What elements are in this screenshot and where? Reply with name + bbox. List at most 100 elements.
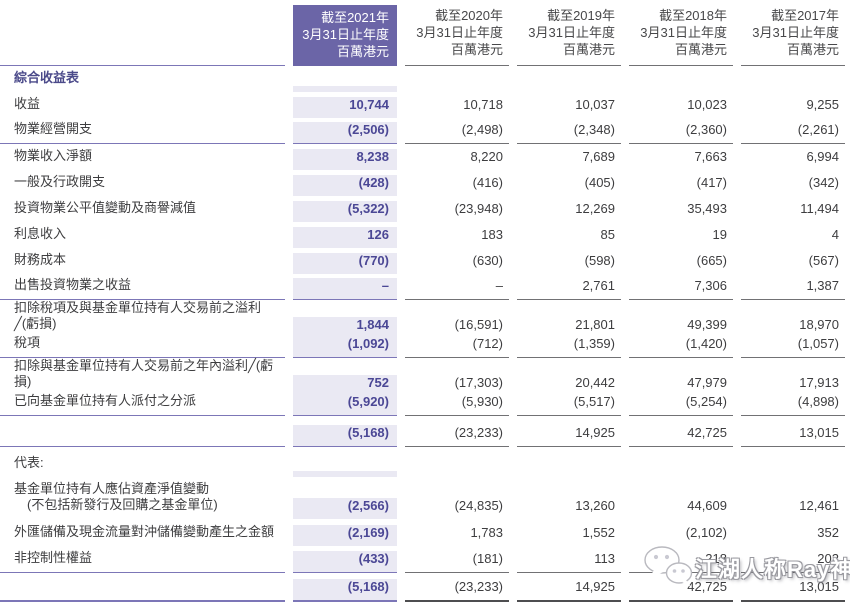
cell-2021: 752 bbox=[293, 375, 397, 396]
column-header-2021: 截至2021年3月31日止年度百萬港元 bbox=[293, 5, 397, 66]
column-header-2020: 截至2020年3月31日止年度百萬港元 bbox=[405, 5, 509, 66]
cell-2020: (630) bbox=[405, 253, 509, 274]
cell-2021: (2,169) bbox=[293, 525, 397, 546]
cell-2019: (598) bbox=[517, 253, 621, 274]
cell-2021: 126 bbox=[293, 227, 397, 248]
cell-2020: (23,948) bbox=[405, 201, 509, 222]
cell-2018: (5,254) bbox=[629, 394, 733, 416]
cell-2019: 12,269 bbox=[517, 201, 621, 222]
cell-2017: 6,994 bbox=[741, 149, 845, 170]
cell-2019 bbox=[517, 471, 621, 477]
row-label: 稅項 bbox=[0, 335, 285, 358]
cell-2021: (5,322) bbox=[293, 201, 397, 222]
cell-2021: 10,744 bbox=[293, 97, 397, 118]
cell-2018: (1,420) bbox=[629, 336, 733, 358]
cell-2019 bbox=[517, 86, 621, 92]
row-label: 基金單位持有人應佔資產淨值變動(不包括新發行及回購之基金單位) bbox=[0, 481, 285, 519]
cell-2019: (5,517) bbox=[517, 394, 621, 416]
cell-2018: 19 bbox=[629, 227, 733, 248]
table-row: 物業經營開支(2,506)(2,498)(2,348)(2,360)(2,261… bbox=[0, 118, 850, 144]
cell-2020: 10,718 bbox=[405, 97, 509, 118]
row-label: 一般及行政開支 bbox=[0, 174, 285, 196]
row-label: 財務成本 bbox=[0, 252, 285, 274]
cell-2019: (405) bbox=[517, 175, 621, 196]
financial-statement-page: 截至2021年3月31日止年度百萬港元截至2020年3月31日止年度百萬港元截至… bbox=[0, 0, 850, 608]
cell-2021: (2,506) bbox=[293, 122, 397, 144]
table-row: 投資物業公平值變動及商譽減值(5,322)(23,948)12,26935,49… bbox=[0, 196, 850, 222]
table-row: 利息收入12618385194 bbox=[0, 222, 850, 248]
cell-2019: 14,925 bbox=[517, 579, 621, 602]
header-label-spacer bbox=[0, 5, 285, 66]
cell-2021: 1,844 bbox=[293, 317, 397, 338]
cell-2021: (5,168) bbox=[293, 579, 397, 602]
row-label: 已向基金單位持有人派付之分派 bbox=[0, 393, 285, 416]
cell-2020: (16,591) bbox=[405, 317, 509, 338]
row-label: 扣除與基金單位持有人交易前之年內溢利╱(虧損) bbox=[0, 358, 285, 396]
row-label: 投資物業公平值變動及商譽減值 bbox=[0, 200, 285, 222]
cell-2021: – bbox=[293, 278, 397, 300]
table-row: 綜合收益表 bbox=[0, 66, 850, 92]
cell-2019: 13,260 bbox=[517, 498, 621, 519]
cell-2021: (433) bbox=[293, 551, 397, 573]
cell-2018: (417) bbox=[629, 175, 733, 196]
cell-2020: 8,220 bbox=[405, 149, 509, 170]
row-label: 利息收入 bbox=[0, 226, 285, 248]
cell-2018: (665) bbox=[629, 253, 733, 274]
cell-2017: (1,057) bbox=[741, 336, 845, 358]
table-row: 扣除與基金單位持有人交易前之年內溢利╱(虧損)752(17,303)20,442… bbox=[0, 358, 850, 387]
table-row: 非控制性權益(433)(181)113218202 bbox=[0, 546, 850, 573]
row-label: 扣除稅項及與基金單位持有人交易前之溢利╱(虧損) bbox=[0, 300, 285, 338]
cell-2018 bbox=[629, 471, 733, 477]
cell-2017: 352 bbox=[741, 525, 845, 546]
cell-2019: 2,761 bbox=[517, 278, 621, 300]
cell-2020: (23,233) bbox=[405, 579, 509, 602]
cell-2017: (342) bbox=[741, 175, 845, 196]
table-row: 財務成本(770)(630)(598)(665)(567) bbox=[0, 248, 850, 274]
cell-2020: (5,930) bbox=[405, 394, 509, 416]
cell-2020: 1,783 bbox=[405, 525, 509, 546]
cell-2021: (5,920) bbox=[293, 394, 397, 416]
cell-2018: 47,979 bbox=[629, 375, 733, 396]
cell-2020 bbox=[405, 471, 509, 477]
row-label: 出售投資物業之收益 bbox=[0, 277, 285, 300]
cell-2021: 8,238 bbox=[293, 149, 397, 170]
cell-2019: 21,801 bbox=[517, 317, 621, 338]
column-header-2018: 截至2018年3月31日止年度百萬港元 bbox=[629, 5, 733, 66]
table-row: 基金單位持有人應佔資產淨值變動(不包括新發行及回購之基金單位)(2,566)(2… bbox=[0, 477, 850, 519]
table-row: 代表: bbox=[0, 447, 850, 477]
cell-2018: (2,360) bbox=[629, 122, 733, 144]
cell-2017: 4 bbox=[741, 227, 845, 248]
cell-2018: (2,102) bbox=[629, 525, 733, 546]
cell-2019: 10,037 bbox=[517, 97, 621, 118]
cell-2019: 1,552 bbox=[517, 525, 621, 546]
cell-2017: 11,494 bbox=[741, 201, 845, 222]
column-header-2019: 截至2019年3月31日止年度百萬港元 bbox=[517, 5, 621, 66]
table-row: (5,168)(23,233)14,92542,72513,015 bbox=[0, 573, 850, 602]
row-label: 非控制性權益 bbox=[0, 550, 285, 573]
table-row: 外匯儲備及現金流量對沖儲備變動產生之金額(2,169)1,7831,552(2,… bbox=[0, 519, 850, 546]
table-body: 綜合收益表收益10,74410,71810,03710,0239,255物業經營… bbox=[0, 66, 850, 602]
row-label bbox=[0, 594, 285, 602]
cell-2017: 13,015 bbox=[741, 425, 845, 447]
cell-2017: 17,913 bbox=[741, 375, 845, 396]
cell-2019: 14,925 bbox=[517, 425, 621, 447]
column-header-2017: 截至2017年3月31日止年度百萬港元 bbox=[741, 5, 845, 66]
row-label: 物業經營開支 bbox=[0, 121, 285, 144]
table-row: 出售投資物業之收益––2,7617,3061,387 bbox=[0, 274, 850, 300]
table-row: (5,168)(23,233)14,92542,72513,015 bbox=[0, 416, 850, 447]
cell-2020: (17,303) bbox=[405, 375, 509, 396]
table-row: 收益10,74410,71810,03710,0239,255 bbox=[0, 92, 850, 118]
cell-2020 bbox=[405, 86, 509, 92]
cell-2020: (416) bbox=[405, 175, 509, 196]
cell-2017: 1,387 bbox=[741, 278, 845, 300]
cell-2020: (181) bbox=[405, 551, 509, 573]
cell-2017: (4,898) bbox=[741, 394, 845, 416]
cell-2020: 183 bbox=[405, 227, 509, 248]
cell-2018 bbox=[629, 86, 733, 92]
cell-2021 bbox=[293, 86, 397, 92]
cell-2017: (567) bbox=[741, 253, 845, 274]
cell-2018: 49,399 bbox=[629, 317, 733, 338]
cell-2020: (23,233) bbox=[405, 425, 509, 447]
cell-2020: (24,835) bbox=[405, 498, 509, 519]
cell-2019: 7,689 bbox=[517, 149, 621, 170]
